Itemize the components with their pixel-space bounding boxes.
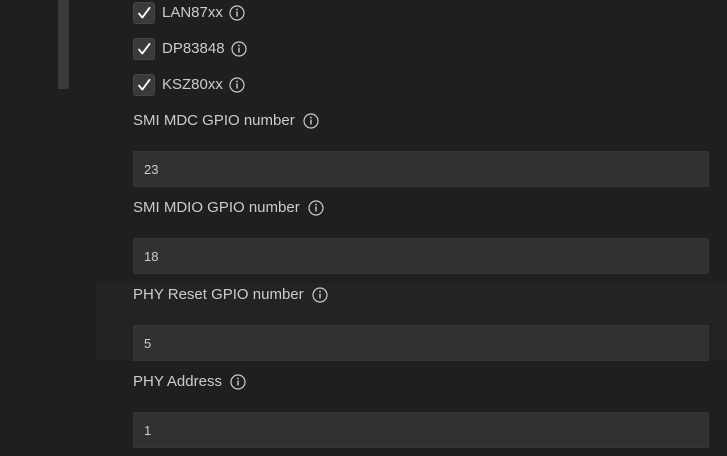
phy-reset-gpio-input[interactable] — [133, 325, 709, 361]
field-label: PHY Reset GPIO number — [133, 286, 304, 303]
checkbox-label: LAN87xx — [162, 4, 223, 21]
checkbox-row-ksz80xx[interactable]: KSZ80xx — [133, 74, 245, 96]
phy-address-label-row: PHY Address — [133, 371, 246, 393]
settings-panel: LAN87xx DP83848 KSZ80xx SMI MDC GPIO num… — [0, 0, 727, 456]
dp83848-checkbox[interactable] — [133, 38, 155, 60]
smi-mdc-gpio-label-row: SMI MDC GPIO number — [133, 110, 319, 132]
checkmark-icon — [138, 6, 151, 19]
phy-reset-gpio-label-row: PHY Reset GPIO number — [133, 284, 328, 306]
info-icon[interactable] — [308, 200, 324, 216]
info-icon[interactable] — [230, 374, 246, 390]
info-icon[interactable] — [229, 5, 245, 21]
checkbox-row-lan87xx[interactable]: LAN87xx — [133, 2, 245, 24]
field-label: PHY Address — [133, 373, 222, 390]
info-icon[interactable] — [229, 77, 245, 93]
smi-mdc-gpio-input[interactable] — [133, 151, 709, 187]
checkbox-label: DP83848 — [162, 40, 225, 57]
lan87xx-checkbox[interactable] — [133, 2, 155, 24]
checkbox-label: KSZ80xx — [162, 76, 223, 93]
info-icon[interactable] — [230, 41, 247, 57]
phy-address-input[interactable] — [133, 412, 709, 448]
info-icon[interactable] — [312, 287, 328, 303]
checkbox-row-dp83848[interactable]: DP83848 — [133, 38, 247, 60]
scrollbar-thumb[interactable] — [58, 0, 69, 89]
ksz80xx-checkbox[interactable] — [133, 74, 155, 96]
smi-mdio-gpio-label-row: SMI MDIO GPIO number — [133, 197, 324, 219]
checkmark-icon — [138, 78, 151, 91]
field-label: SMI MDIO GPIO number — [133, 199, 300, 216]
smi-mdio-gpio-input[interactable] — [133, 238, 709, 274]
info-icon[interactable] — [303, 113, 319, 129]
field-label: SMI MDC GPIO number — [133, 112, 295, 129]
checkmark-icon — [138, 42, 151, 55]
